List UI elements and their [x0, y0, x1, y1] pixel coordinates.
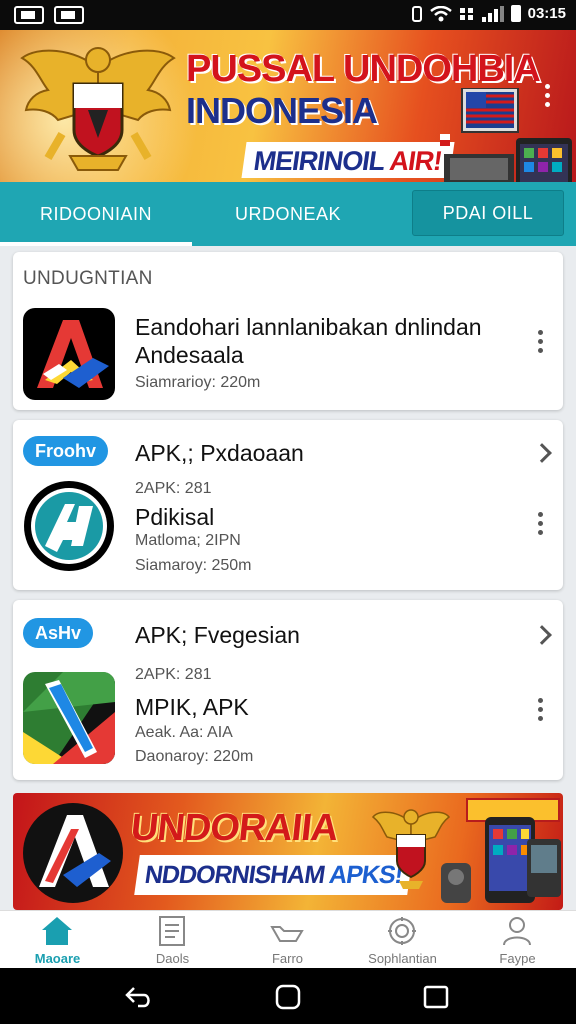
app-meta: 2APK: 281 — [135, 480, 212, 497]
chevron-right-icon[interactable] — [532, 625, 552, 645]
app-icon — [23, 672, 115, 764]
app-meta: 2APK: 281 — [135, 666, 212, 683]
profile-icon — [503, 917, 531, 946]
nav-label: Sophlantian — [368, 951, 437, 966]
app-icon — [23, 480, 115, 572]
back-icon[interactable] — [124, 984, 154, 1010]
recent-apps-icon[interactable] — [422, 984, 450, 1010]
app-name: MPIK, APK — [135, 694, 249, 720]
app-icon — [23, 308, 115, 400]
promo-logo-icon — [23, 803, 123, 903]
status-bar: 03:15 — [0, 0, 576, 30]
app-title: APK; Fvegesian — [135, 622, 300, 648]
nav-label: Faype — [499, 951, 536, 966]
app-title-line2: Andesaala — [135, 342, 244, 368]
chevron-right-icon[interactable] — [532, 443, 552, 463]
category-badge[interactable]: AsHv — [23, 618, 94, 648]
garuda-emblem-icon — [20, 47, 176, 171]
app-detail: Matloma; 2IPN — [135, 532, 241, 549]
app-title: APK,; Pxdaoaan — [135, 440, 304, 466]
document-icon — [159, 916, 185, 946]
nav-item-home[interactable]: Maoare — [0, 911, 115, 969]
banner-subtitle: MEIRINOIL AIR! — [241, 142, 455, 178]
status-time: 03:15 — [527, 5, 566, 22]
app-size: Siamaroy: 250m — [135, 557, 252, 574]
more-options-icon[interactable] — [538, 698, 543, 721]
app-title: Eandohari lannlanibakan dnlindan — [135, 314, 482, 340]
home-button-icon[interactable] — [274, 984, 302, 1010]
section-title: UNDUGNTIAN — [23, 268, 153, 289]
banner-subtitle-main: MEIRINOIL — [251, 146, 387, 176]
screenshot-icon — [14, 6, 44, 24]
devices-illustration-icon — [441, 798, 561, 903]
garuda-emblem-icon — [371, 809, 451, 889]
nav-item-docs[interactable]: Daols — [115, 911, 230, 969]
nav-item-settings[interactable]: Sophlantian — [345, 911, 460, 969]
promo-banner[interactable]: UNDORAIIA NDDORNISHAM APKS! — [13, 793, 563, 910]
header-banner[interactable]: PUSSAL UNDOHBIA INDONESIA MEIRINOIL AIR! — [0, 30, 576, 182]
signal-icon — [481, 5, 504, 22]
nav-item-profile[interactable]: Faype — [460, 911, 575, 969]
tab-bar: RIDOONIAIN URDONEAK PDAI OILL — [0, 182, 576, 246]
devices-illustration-icon — [440, 88, 572, 182]
promo-title: UNDORAIIA — [128, 807, 340, 849]
system-nav-bar — [0, 968, 576, 1024]
list-item[interactable]: AsHv APK; Fvegesian 2APK: 281 MPIK, APK … — [13, 600, 563, 780]
category-badge[interactable]: Froohv — [23, 436, 108, 466]
battery-icon — [510, 5, 521, 22]
settings-icon — [388, 917, 416, 945]
bottom-nav: Maoare Daols Farro Sophlantian Faype — [0, 910, 576, 968]
nav-label: Daols — [155, 951, 190, 966]
nav-label: Maoare — [34, 951, 81, 966]
banner-title-line2: INDONESIA — [186, 90, 378, 131]
tab-urdoneak[interactable]: URDONEAK — [192, 182, 384, 246]
app-name: Pdikisal — [135, 504, 215, 530]
promo-subtitle-main: NDDORNISHAM — [143, 861, 327, 889]
more-options-icon[interactable] — [538, 512, 543, 535]
banner-subtitle-accent: AIR! — [387, 146, 444, 176]
home-icon — [42, 917, 72, 945]
list-item[interactable]: Froohv APK,; Pxdaoaan 2APK: 281 Pdikisal… — [13, 420, 563, 590]
app-detail: Aeak. Aa: AIA — [135, 724, 233, 741]
folder-icon — [270, 926, 304, 942]
tab-ridooniain[interactable]: RIDOONIAIN — [0, 182, 192, 246]
nav-item-folder[interactable]: Farro — [230, 911, 345, 969]
notification-icon — [54, 6, 84, 24]
app-size: Siamrarioy: 220m — [135, 374, 261, 391]
app-size: Daonaroy: 220m — [135, 748, 254, 765]
tab-pdai-oill[interactable]: PDAI OILL — [412, 190, 564, 236]
nav-label: Farro — [271, 951, 304, 966]
more-options-icon[interactable] — [545, 84, 550, 107]
banner-title: PUSSAL UNDOHBIA — [186, 48, 541, 90]
data-icon — [459, 7, 473, 20]
wifi-icon — [429, 5, 452, 21]
more-options-icon[interactable] — [538, 330, 543, 353]
vibrate-icon — [411, 5, 422, 22]
list-item[interactable]: UNDUGNTIAN Eandohari lannlanibakan dnlin… — [13, 252, 563, 410]
